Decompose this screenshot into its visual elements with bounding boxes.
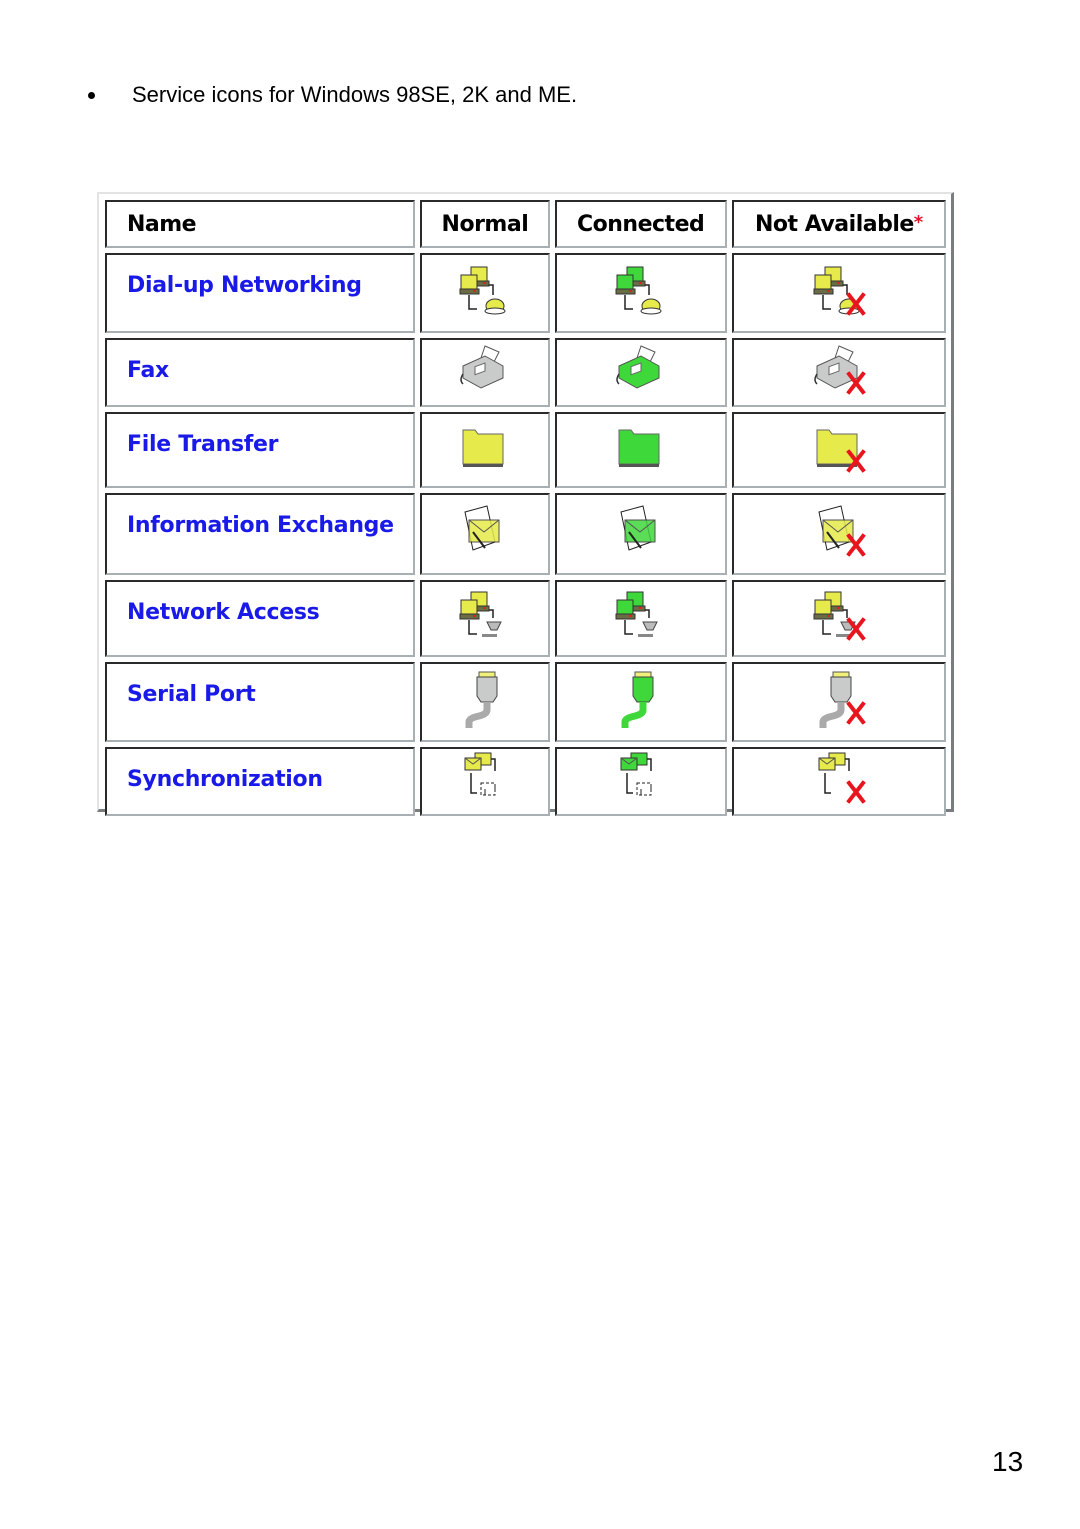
dialup-networking-icon: [615, 266, 662, 314]
network-access-icon: [813, 591, 866, 641]
service-name: Network Access: [105, 580, 416, 657]
icon-cell-not-available: [731, 662, 946, 742]
table-row: Serial Port: [105, 662, 946, 742]
dialup-networking-icon: [459, 266, 506, 314]
icon-cell-not-available: [731, 580, 946, 657]
icon-cell-not-available: [731, 412, 946, 488]
icon-cell-normal: [420, 412, 550, 488]
icon-cell-not-available: [731, 253, 946, 333]
fax-icon: [460, 345, 504, 389]
dialup-networking-icon: [813, 266, 866, 316]
asterisk-marker: *: [913, 211, 923, 233]
service-name: Serial Port: [105, 662, 416, 742]
unavailable-x-icon: [846, 780, 866, 804]
table-row: Information Exchange: [105, 493, 946, 575]
synchronization-icon: [464, 752, 496, 796]
service-name: Dial-up Networking: [105, 253, 416, 333]
service-name: File Transfer: [105, 412, 416, 488]
envelope-icon: [464, 504, 500, 551]
icon-cell-normal: [420, 747, 550, 816]
serial-port-icon: [465, 671, 498, 728]
envelope-icon: [620, 504, 656, 551]
page-number: 13: [992, 1446, 1024, 1477]
synchronization-icon: [620, 752, 652, 796]
icon-cell-connected: [554, 580, 727, 657]
folder-icon: [618, 429, 660, 467]
icon-cell-normal: [420, 253, 550, 333]
intro-bullet-line: Service icons for Windows 98SE, 2K and M…: [88, 82, 577, 108]
header-not-available: Not Available*: [731, 200, 946, 248]
icon-cell-connected: [554, 253, 727, 333]
icon-cell-connected: [554, 747, 727, 816]
serial-port-icon: [819, 671, 866, 728]
envelope-icon: [818, 504, 866, 557]
icon-cell-connected: [554, 338, 727, 407]
icon-cell-normal: [420, 662, 550, 742]
icon-cell-not-available: [731, 493, 946, 575]
icon-cell-connected: [554, 493, 727, 575]
bullet-icon: [88, 91, 95, 99]
header-normal: Normal: [420, 200, 550, 248]
intro-text: Service icons for Windows 98SE, 2K and M…: [132, 82, 578, 107]
header-connected: Connected: [554, 200, 727, 248]
service-name: Information Exchange: [105, 493, 416, 575]
service-icons-table: Name Normal Connected Not Available* Dia…: [97, 192, 954, 816]
folder-icon: [816, 429, 866, 473]
table-row: File Transfer: [105, 412, 946, 488]
unavailable-x-icon: [846, 700, 866, 725]
icon-cell-not-available: [731, 338, 946, 407]
icon-cell-normal: [420, 493, 550, 575]
service-name: Synchronization: [105, 747, 416, 816]
serial-port-icon: [621, 671, 654, 728]
unavailable-x-icon: [846, 532, 866, 557]
header-name: Name: [105, 200, 416, 248]
table-row: Network Access: [105, 580, 946, 657]
icon-cell-connected: [554, 662, 727, 742]
table-row: Fax: [105, 338, 946, 407]
table-row: Synchronization: [105, 747, 946, 816]
table-header-row: Name Normal Connected Not Available*: [105, 200, 946, 248]
folder-icon: [462, 429, 504, 467]
fax-icon: [615, 345, 660, 389]
table-row: Dial-up Networking: [105, 253, 946, 333]
icon-cell-normal: [420, 580, 550, 657]
icon-cell-not-available: [731, 747, 946, 816]
icon-cell-normal: [420, 338, 550, 407]
network-access-icon: [615, 591, 658, 637]
service-name: Fax: [105, 338, 416, 407]
network-access-icon: [459, 591, 502, 637]
synchronization-icon: [818, 752, 866, 804]
fax-icon: [814, 345, 866, 395]
icon-cell-connected: [554, 412, 727, 488]
